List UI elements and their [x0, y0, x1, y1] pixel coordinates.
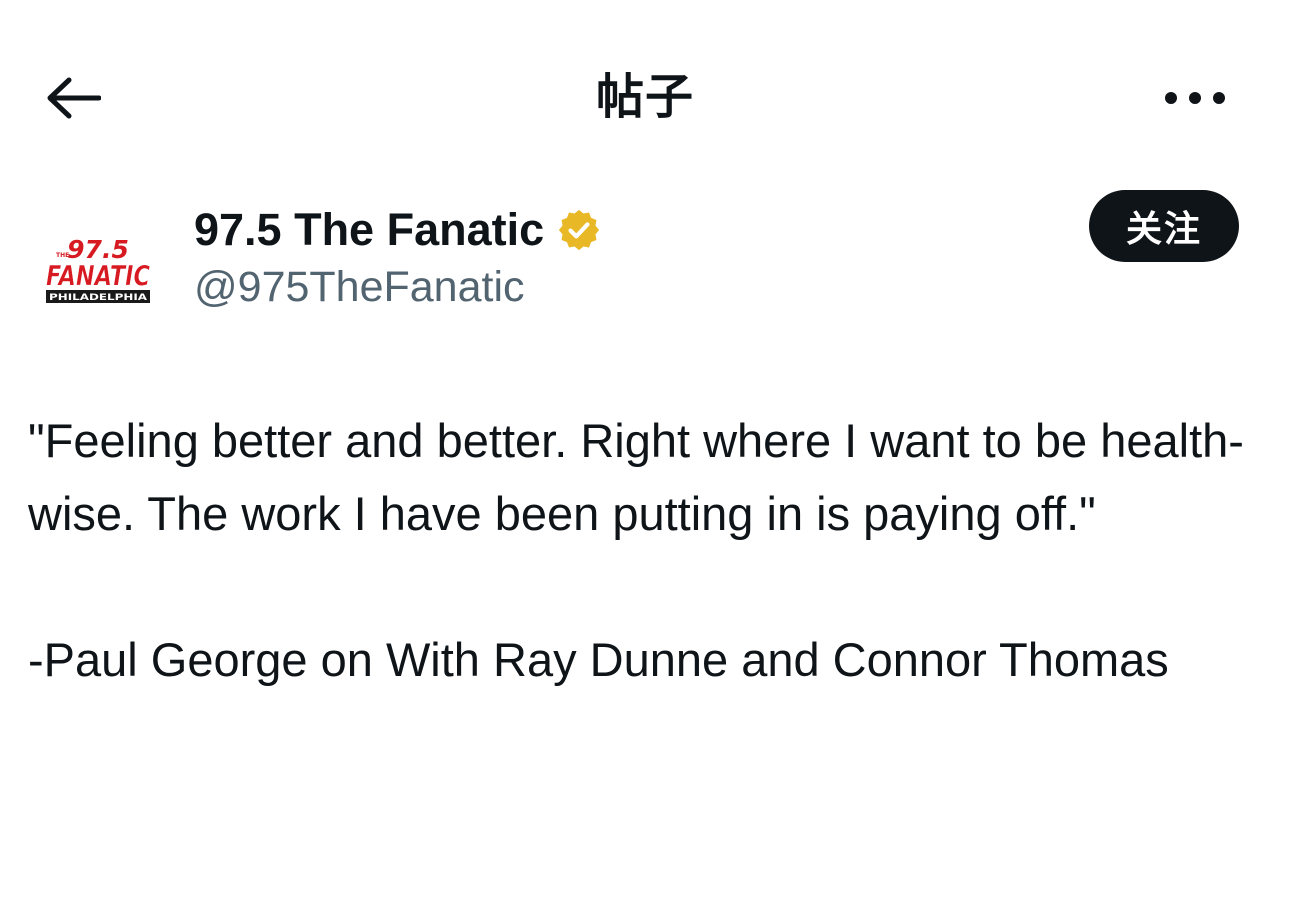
- fanatic-logo: THE 97.5 FANATIC PHILADELPHIA: [30, 196, 166, 332]
- avatar[interactable]: THE 97.5 FANATIC PHILADELPHIA: [30, 196, 166, 332]
- author-name-text: 97.5 The Fanatic: [194, 204, 545, 255]
- logo-city: PHILADELPHIA: [49, 293, 148, 303]
- more-options-button[interactable]: [1150, 60, 1240, 136]
- tweet-paragraph-attribution: -Paul George on With Ray Dunne and Conno…: [28, 633, 1169, 686]
- top-bar: 帖子: [0, 0, 1290, 196]
- tweet-paragraph-quote: "Feeling better and better. Right where …: [28, 414, 1244, 540]
- author-handle[interactable]: @975TheFanatic: [194, 262, 525, 312]
- verified-badge-icon: [556, 207, 602, 253]
- author-row: THE 97.5 FANATIC PHILADELPHIA 97.5 The F…: [0, 180, 1290, 332]
- more-horizontal-icon: [1165, 92, 1225, 104]
- logo-brand: FANATIC: [46, 259, 150, 292]
- page-title: 帖子: [595, 71, 694, 124]
- tweet-text: "Feeling better and better. Right where …: [28, 404, 1268, 696]
- follow-button[interactable]: 关注: [1089, 190, 1239, 262]
- author-name[interactable]: 97.5 The Fanatic: [194, 204, 602, 256]
